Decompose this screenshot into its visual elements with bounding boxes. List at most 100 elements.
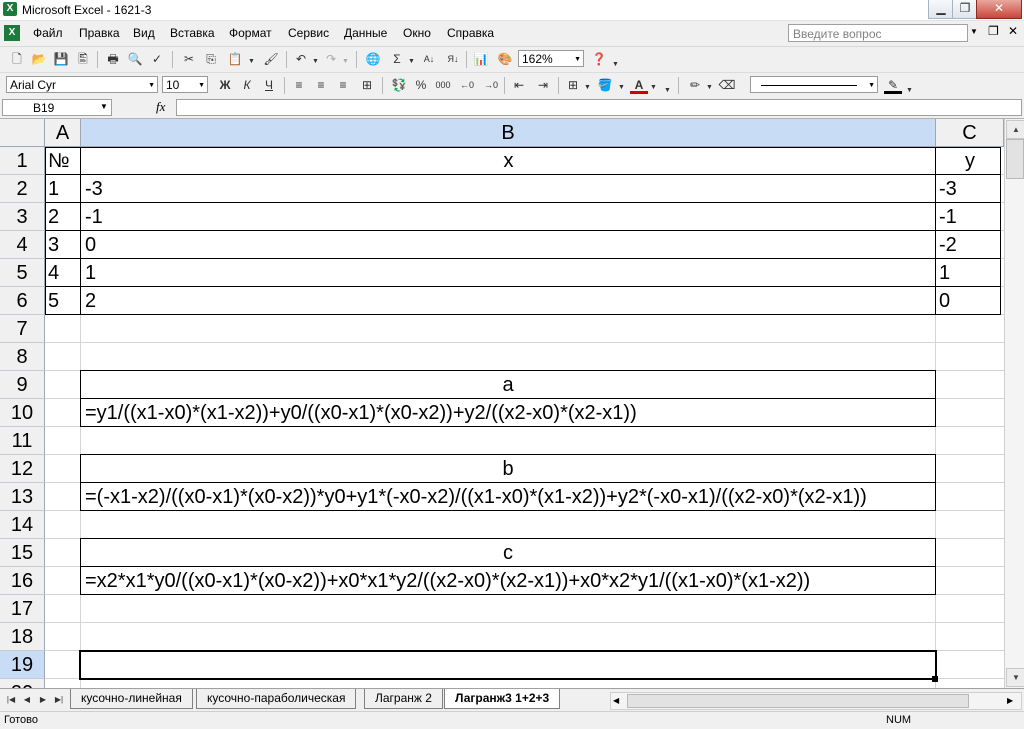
cell-b13[interactable]: =(-x1-x2)/((x0-x1)*(x0-x2))*y0+y1*(-x0-x… — [80, 482, 936, 511]
next-sheet-icon[interactable]: ▶ — [36, 692, 50, 708]
cell-c4[interactable]: -2 — [936, 231, 1004, 259]
print-preview-icon[interactable]: 🔍 — [126, 50, 144, 68]
cell-b9[interactable]: a — [80, 370, 936, 399]
spelling-icon[interactable]: ✓ — [148, 50, 166, 68]
scroll-up-icon[interactable]: ▲ — [1006, 120, 1024, 139]
percent-button[interactable]: % — [412, 76, 430, 94]
thousands-button[interactable]: 000 — [434, 76, 452, 94]
menu-data[interactable]: Данные — [344, 26, 387, 40]
borders-dropdown-icon[interactable]: ▼ — [584, 84, 591, 91]
sheet-tab-parabolic[interactable]: кусочно-параболическая — [196, 689, 357, 709]
document-icon[interactable]: X — [4, 25, 20, 41]
cell-c6[interactable]: 0 — [936, 287, 1004, 315]
menu-tools[interactable]: Сервис — [288, 26, 329, 40]
menu-edit[interactable]: Правка — [79, 26, 120, 40]
borders-icon[interactable]: ⊞ — [564, 76, 582, 94]
draw-border-icon[interactable]: ✏ — [686, 76, 704, 94]
help-icon[interactable]: ❓ — [590, 50, 608, 68]
formula-input[interactable] — [176, 99, 1022, 116]
help-search-input[interactable]: Введите вопрос — [788, 24, 968, 42]
undo-icon[interactable]: ↶ — [292, 50, 310, 68]
row-header-2[interactable]: 2 — [0, 175, 45, 203]
italic-button[interactable]: К — [238, 76, 256, 94]
row-header-13[interactable]: 13 — [0, 483, 45, 511]
fill-color-dropdown-icon[interactable]: ▼ — [618, 84, 625, 91]
cell-a1[interactable]: № — [46, 147, 80, 175]
font-color-icon[interactable]: A — [630, 76, 648, 94]
toolbar-options-icon[interactable]: ▼ — [664, 87, 671, 94]
row-header-5[interactable]: 5 — [0, 259, 45, 287]
merge-center-icon[interactable]: ⊞ — [358, 76, 376, 94]
menu-file[interactable]: Файл — [33, 26, 63, 40]
row-header-6[interactable]: 6 — [0, 287, 45, 315]
cell-a5[interactable]: 4 — [46, 259, 80, 287]
align-center-icon[interactable]: ≡ — [312, 76, 330, 94]
redo-dropdown-icon[interactable]: ▼ — [342, 58, 349, 65]
scroll-thumb[interactable] — [1006, 139, 1024, 179]
copy-icon[interactable]: ⎘ — [202, 50, 220, 68]
sheet-tab-lagrange3[interactable]: Лагранж3 1+2+3 — [444, 689, 561, 709]
row-header-17[interactable]: 17 — [0, 595, 45, 623]
cell-a3[interactable]: 2 — [46, 203, 80, 231]
border-color-icon[interactable]: ✎ — [884, 76, 902, 94]
drawing-icon[interactable]: 🎨 — [496, 50, 514, 68]
last-sheet-icon[interactable]: ▶| — [52, 692, 66, 708]
autosum-icon[interactable]: Σ — [388, 50, 406, 68]
active-cell-b19[interactable] — [79, 650, 937, 680]
hyperlink-icon[interactable]: 🌐 — [364, 50, 382, 68]
close-button[interactable]: ✕ — [976, 0, 1022, 19]
erase-border-icon[interactable]: ⌫ — [718, 76, 736, 94]
font-color-dropdown-icon[interactable]: ▼ — [650, 84, 657, 91]
border-color-dropdown-icon[interactable]: ▼ — [906, 87, 913, 94]
row-header-14[interactable]: 14 — [0, 511, 45, 539]
underline-button[interactable]: Ч — [260, 76, 278, 94]
scroll-right-icon[interactable]: ▶ — [1007, 693, 1013, 709]
print-icon[interactable]: 🖶 — [104, 50, 122, 68]
column-header-c[interactable]: C — [936, 119, 1004, 147]
format-painter-icon[interactable]: 🖌 — [262, 50, 280, 68]
font-combo[interactable]: Arial Cyr ▼ — [6, 76, 158, 93]
row-header-7[interactable]: 7 — [0, 315, 45, 343]
menu-view[interactable]: Вид — [133, 26, 155, 40]
cell-b3[interactable]: -1 — [81, 203, 936, 231]
column-header-b[interactable]: B — [81, 119, 936, 147]
open-folder-icon[interactable]: 📂 — [30, 50, 48, 68]
cell-b6[interactable]: 2 — [81, 287, 936, 315]
menu-window[interactable]: Окно — [403, 26, 431, 40]
new-document-icon[interactable]: 🗋 — [8, 50, 26, 68]
decrease-indent-icon[interactable]: ⇤ — [510, 76, 528, 94]
cell-b16[interactable]: =x2*x1*y0/((x0-x1)*(x0-x2))+x0*x1*y2/((x… — [80, 566, 936, 595]
row-header-15[interactable]: 15 — [0, 539, 45, 567]
align-left-icon[interactable]: ≡ — [290, 76, 308, 94]
sheet-tab-lagrange2[interactable]: Лагранж 2 — [364, 689, 443, 709]
zoom-combo[interactable]: 162% ▼ — [518, 50, 584, 67]
row-header-18[interactable]: 18 — [0, 623, 45, 651]
horizontal-scrollbar[interactable]: ◀ ▶ — [610, 692, 1022, 710]
restore-button[interactable]: ❐ — [952, 0, 978, 19]
cell-b5[interactable]: 1 — [81, 259, 936, 287]
row-header-20[interactable]: 20 — [0, 679, 45, 688]
row-header-11[interactable]: 11 — [0, 427, 45, 455]
line-style-combo[interactable]: ▼ — [750, 76, 878, 93]
cell-a6[interactable]: 5 — [46, 287, 80, 315]
row-header-1[interactable]: 1 — [0, 147, 45, 175]
doc-close-icon[interactable]: ✕ — [1008, 24, 1018, 38]
cell-a2[interactable]: 1 — [46, 175, 80, 203]
cell-c1[interactable]: y — [936, 147, 1004, 175]
permission-icon[interactable]: 🖺 — [74, 50, 92, 68]
prev-sheet-icon[interactable]: ◀ — [20, 692, 34, 708]
doc-restore-icon[interactable]: ❐ — [988, 24, 999, 38]
row-header-10[interactable]: 10 — [0, 399, 45, 427]
name-box[interactable]: B19 — [2, 99, 112, 116]
bold-button[interactable]: Ж — [216, 76, 234, 94]
cell-c5[interactable]: 1 — [936, 259, 1004, 287]
minimize-button[interactable]: ▁ — [928, 0, 954, 19]
select-all-corner[interactable] — [0, 119, 45, 147]
cell-b2[interactable]: -3 — [81, 175, 936, 203]
cut-icon[interactable]: ✂ — [180, 50, 198, 68]
menu-insert[interactable]: Вставка — [170, 26, 215, 40]
fx-icon[interactable]: fx — [156, 99, 165, 115]
decrease-decimal-icon[interactable]: →0 — [482, 76, 500, 94]
row-header-4[interactable]: 4 — [0, 231, 45, 259]
paste-dropdown-icon[interactable]: ▼ — [248, 58, 255, 65]
